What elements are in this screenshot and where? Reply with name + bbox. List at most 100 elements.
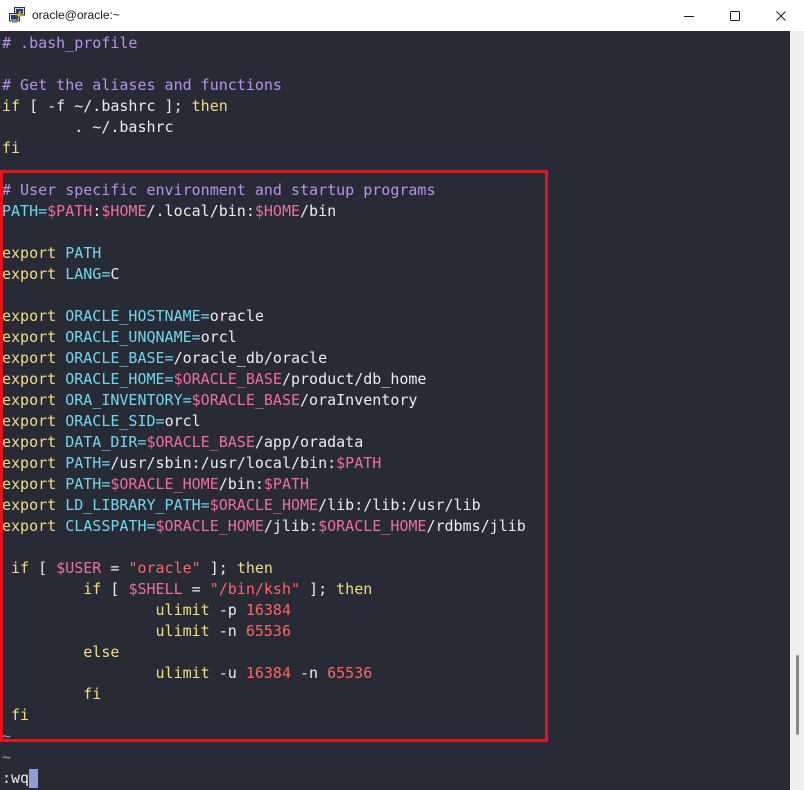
vertical-scrollbar[interactable] (790, 31, 804, 790)
code-token: ulimit (2, 622, 210, 640)
code-token: /bin: (218, 475, 264, 493)
code-line: export LANG=C (2, 264, 526, 285)
maximize-button[interactable] (712, 0, 758, 31)
code-token: orcl (200, 328, 237, 346)
code-token: # .bash_profile (2, 34, 138, 52)
code-token: export (2, 412, 57, 430)
code-line: if [ -f ~/.bashrc ]; then (2, 96, 526, 117)
code-token: then (236, 559, 273, 577)
code-line: export PATH (2, 243, 526, 264)
code-token: PATH= (56, 475, 111, 493)
code-token: $PATH (47, 202, 93, 220)
code-token: ORACLE_HOSTNAME= (56, 307, 210, 325)
code-token: LD_LIBRARY_PATH= (56, 496, 210, 514)
code-token: then (191, 97, 228, 115)
code-line: # .bash_profile (2, 33, 526, 54)
code-token: $ORACLE_HOME (209, 496, 319, 514)
code-token: export (2, 349, 57, 367)
code-token: /product/db_home (281, 370, 427, 388)
code-token: $PATH (336, 454, 382, 472)
close-icon (776, 10, 786, 21)
code-line: ulimit -p 16384 (2, 600, 526, 621)
code-token: ulimit (2, 601, 210, 619)
code-token: /lib:/lib:/usr/lib (318, 496, 481, 514)
code-token: "/bin/ksh" (209, 580, 301, 598)
code-line: PATH=$PATH:$HOME/.local/bin:$HOME/bin (2, 201, 526, 222)
code-line: # User specific environment and startup … (2, 180, 526, 201)
code-token: export (2, 307, 57, 325)
code-line: export ORA_INVENTORY=$ORACLE_BASE/oraInv… (2, 390, 526, 411)
code-token: $ORACLE_HOME (110, 475, 219, 493)
vim-buffer: # .bash_profile # Get the aliases and fun… (2, 33, 526, 768)
code-token: ORACLE_SID= (56, 412, 165, 430)
code-token: $PATH (263, 475, 310, 493)
code-token: $USER (56, 559, 102, 577)
code-token: PATH (56, 244, 102, 262)
code-token: $ORACLE_BASE (173, 370, 282, 388)
code-token: 65536 (327, 664, 373, 682)
code-line: export PATH=$ORACLE_HOME/bin:$PATH (2, 474, 526, 495)
code-line: fi (2, 705, 526, 726)
putty-icon[interactable] (8, 6, 26, 24)
code-token: /.local/bin: (146, 202, 255, 220)
code-token: $ORACLE_HOME (318, 517, 427, 535)
minimize-icon (684, 11, 694, 21)
vim-command-line[interactable]: :wq (2, 768, 39, 789)
code-token: 16384 (245, 664, 291, 682)
code-token: ORACLE_HOME= (56, 370, 174, 388)
code-token: $SHELL (128, 580, 183, 598)
code-line: export LD_LIBRARY_PATH=$ORACLE_HOME/lib:… (2, 495, 526, 516)
code-token: export (2, 433, 57, 451)
code-token: fi (2, 139, 21, 157)
code-token: export (2, 454, 57, 472)
code-token: -u (209, 664, 246, 682)
code-token: $HOME (254, 202, 301, 220)
code-token: if (2, 559, 30, 577)
code-token: 65536 (245, 622, 291, 640)
empty-line-tilde: ~ (2, 727, 12, 745)
code-line: if [ $SHELL = "/bin/ksh" ]; then (2, 579, 526, 600)
code-token: export (2, 328, 57, 346)
code-line: export ORACLE_HOME=$ORACLE_BASE/product/… (2, 369, 526, 390)
code-token: $ORACLE_BASE (191, 391, 301, 409)
code-token: "oracle" (128, 559, 201, 577)
code-line: export CLASSPATH=$ORACLE_HOME/jlib:$ORAC… (2, 516, 526, 537)
code-token: export (2, 496, 57, 514)
code-token: if (2, 97, 21, 115)
code-line: fi (2, 684, 526, 705)
code-token: $HOME (101, 202, 147, 220)
maximize-icon (730, 10, 740, 21)
code-token: [ -f ~/.bashrc ]; (20, 97, 192, 115)
code-token: ]; (300, 580, 337, 598)
code-token: /oraInventory (300, 391, 418, 409)
terminal-screen[interactable]: # .bash_profile # Get the aliases and fun… (0, 31, 790, 790)
close-button[interactable] (758, 0, 804, 31)
code-token: LANG= (56, 265, 111, 283)
code-token: /app/oradata (254, 433, 364, 451)
code-token: # User specific environment and startup … (2, 181, 436, 199)
code-token: = (182, 580, 210, 598)
code-token: fi (2, 685, 102, 703)
code-line: export ORACLE_SID=orcl (2, 411, 526, 432)
code-token: fi (2, 706, 30, 724)
code-token: ORA_INVENTORY= (56, 391, 192, 409)
code-line: . ~/.bashrc (2, 117, 526, 138)
scrollbar-thumb[interactable] (796, 655, 799, 735)
title-bar[interactable]: oracle@oracle:~ (0, 0, 804, 31)
code-token: export (2, 475, 57, 493)
code-token: export (2, 391, 57, 409)
minimize-button[interactable] (666, 0, 712, 31)
code-token: $ORACLE_HOME (155, 517, 264, 535)
code-token: PATH= (2, 202, 48, 220)
code-line: export PATH=/usr/sbin:/usr/local/bin:$PA… (2, 453, 526, 474)
code-line: else (2, 642, 526, 663)
code-line: if [ $USER = "oracle" ]; then (2, 558, 526, 579)
terminal-window: oracle@oracle:~ # .bash_profile # Get the… (0, 0, 804, 790)
code-token: /jlib: (263, 517, 319, 535)
code-token: /rdbms/jlib (426, 517, 526, 535)
code-token: PATH= (56, 454, 111, 472)
code-token: ]; (200, 559, 237, 577)
